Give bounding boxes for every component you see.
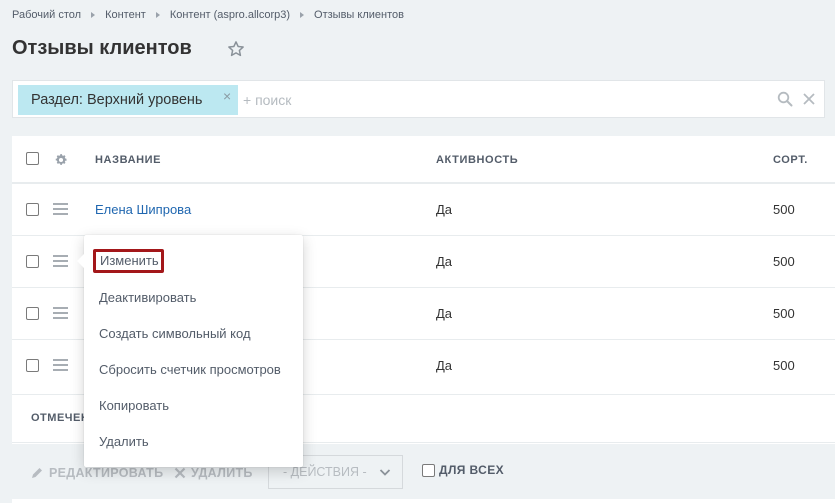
breadcrumb-item-content[interactable]: Контент — [105, 9, 146, 21]
menu-item-reset-views[interactable]: Сбросить счетчик просмотров — [99, 362, 281, 377]
select-all-checkbox[interactable] — [26, 152, 39, 165]
breadcrumb: Рабочий стол Контент Контент (aspro.allc… — [12, 8, 404, 22]
for-all-checkbox[interactable] — [422, 463, 435, 477]
menu-item-copy[interactable]: Копировать — [99, 398, 169, 413]
breadcrumb-item-content-module[interactable]: Контент (aspro.allcorp3) — [170, 9, 290, 21]
menu-item-edit[interactable]: Изменить — [93, 249, 164, 273]
row-checkbox[interactable] — [26, 359, 39, 372]
for-all-toggle[interactable]: ДЛЯ ВСЕХ — [422, 463, 504, 477]
row-sort: 500 — [773, 358, 795, 373]
breadcrumb-item-current[interactable]: Отзывы клиентов — [314, 9, 404, 21]
column-header-name[interactable]: НАЗВАНИЕ — [95, 154, 161, 166]
row-checkbox[interactable] — [26, 255, 39, 268]
grid-header: НАЗВАНИЕ АКТИВНОСТЬ СОРТ. — [12, 136, 835, 184]
filter-chip-close-icon[interactable]: × — [223, 89, 233, 103]
row-name-link[interactable]: Елена Шипрова — [95, 202, 191, 217]
row-sort: 500 — [773, 254, 795, 269]
row-active: Да — [436, 306, 453, 321]
row-active: Да — [436, 202, 453, 217]
delete-button[interactable]: УДАЛИТЬ — [174, 466, 253, 480]
search-icon[interactable] — [777, 91, 793, 107]
menu-item-create-code[interactable]: Создать символьный код — [99, 326, 251, 341]
filter-bar: Раздел: Верхний уровень × — [12, 80, 825, 118]
column-header-active[interactable]: АКТИВНОСТЬ — [436, 154, 518, 166]
row-sort: 500 — [773, 202, 795, 217]
marked-count-label: ОТМЕЧЕН — [31, 412, 90, 424]
clear-icon[interactable] — [802, 92, 816, 106]
breadcrumb-item-desktop[interactable]: Рабочий стол — [12, 9, 81, 21]
row-menu-icon[interactable] — [53, 307, 68, 319]
menu-item-deactivate[interactable]: Деактивировать — [99, 290, 196, 305]
row-checkbox[interactable] — [26, 203, 39, 216]
gear-icon[interactable] — [54, 153, 68, 167]
row-checkbox[interactable] — [26, 307, 39, 320]
edit-button-label: РЕДАКТИРОВАТЬ — [49, 466, 164, 480]
edit-button[interactable]: РЕДАКТИРОВАТЬ — [30, 466, 163, 480]
row-sort: 500 — [773, 306, 795, 321]
page-title: Отзывы клиентов — [12, 37, 192, 59]
delete-button-label: УДАЛИТЬ — [191, 466, 253, 480]
row-active: Да — [436, 254, 453, 269]
close-icon — [174, 467, 186, 479]
menu-item-delete[interactable]: Удалить — [99, 434, 149, 449]
context-menu-arrow — [77, 254, 84, 268]
star-icon[interactable] — [227, 40, 245, 58]
row-menu-icon[interactable] — [53, 203, 68, 215]
breadcrumb-separator-icon — [91, 12, 96, 18]
breadcrumb-separator-icon — [300, 12, 305, 18]
row-menu-icon[interactable] — [53, 255, 68, 267]
pencil-icon — [32, 468, 42, 478]
column-header-sort[interactable]: СОРТ. — [773, 154, 808, 166]
filter-chip-label: Раздел: Верхний уровень — [31, 92, 203, 108]
row-menu-icon[interactable] — [53, 359, 68, 371]
row-active: Да — [436, 358, 453, 373]
filter-chip-section[interactable]: Раздел: Верхний уровень — [18, 85, 238, 115]
actions-select-value: - ДЕЙСТВИЯ - — [283, 465, 367, 479]
table-row[interactable]: Елена Шипрова Да 500 — [12, 184, 835, 236]
chevron-down-icon — [379, 469, 391, 476]
search-input[interactable] — [243, 90, 743, 110]
for-all-label: ДЛЯ ВСЕХ — [439, 463, 505, 477]
row-context-menu: Изменить Деактивировать Создать символьн… — [77, 235, 303, 467]
breadcrumb-separator-icon — [155, 12, 160, 18]
